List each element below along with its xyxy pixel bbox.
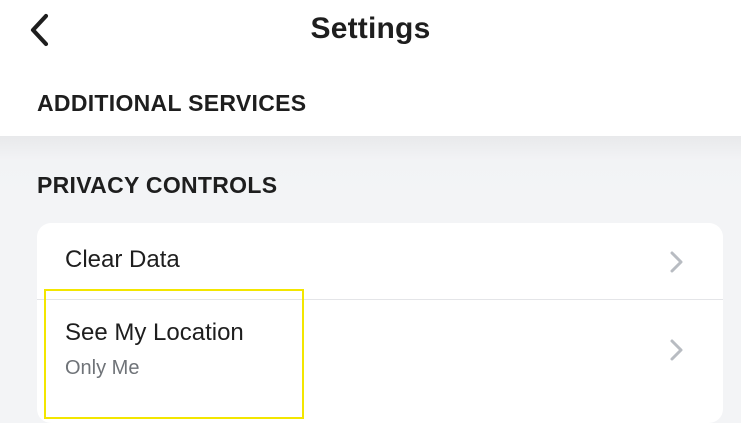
see-my-location-value: Only Me [65, 357, 140, 379]
see-my-location-row[interactable]: See My Location Only Me [37, 300, 723, 423]
clear-data-label: Clear Data [65, 246, 180, 273]
chevron-right-icon [670, 339, 683, 361]
nav-bar: Settings [0, 0, 741, 62]
clear-data-row[interactable]: Clear Data [37, 223, 723, 299]
section-header-additional-services: ADDITIONAL SERVICES [37, 90, 307, 116]
see-my-location-label: See My Location [65, 319, 244, 346]
section-header-privacy-controls: PRIVACY CONTROLS [37, 172, 278, 198]
privacy-controls-card: Clear Data See My Location Only Me [37, 223, 723, 423]
top-area: Settings ADDITIONAL SERVICES [0, 0, 741, 138]
page-title: Settings [310, 12, 431, 45]
chevron-right-icon [670, 251, 683, 273]
